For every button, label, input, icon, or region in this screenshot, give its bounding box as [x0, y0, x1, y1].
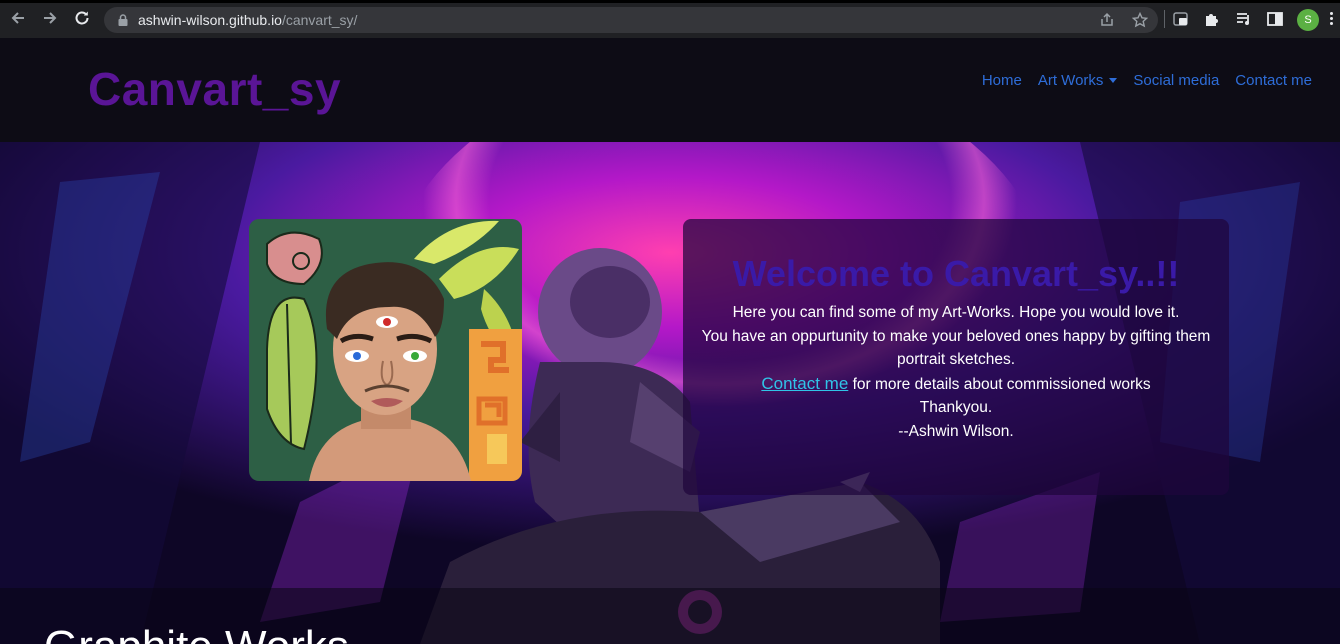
welcome-line-1: Here you can find some of my Art-Works. …	[732, 304, 1180, 321]
browser-toolbar: ashwin-wilson.github.io/canvart_sy/ S	[0, 0, 1340, 38]
toolbar-separator	[1164, 10, 1165, 28]
lock-icon	[118, 14, 128, 26]
welcome-contact-line: Contact me for more details about commis…	[683, 372, 1229, 397]
nav-links: Home Art Works Social media Contact me	[982, 72, 1312, 89]
nav-link-contact[interactable]: Contact me	[1235, 72, 1312, 89]
contact-me-link[interactable]: Contact me	[761, 374, 848, 393]
brand-logo[interactable]: Canvart_sy	[88, 62, 341, 116]
reload-icon	[75, 11, 89, 25]
nav-link-social-media[interactable]: Social media	[1133, 72, 1219, 89]
nav-link-home[interactable]: Home	[982, 72, 1022, 89]
welcome-line-2: You have an oppurtunity to make your bel…	[701, 327, 1211, 369]
bookmark-star-icon[interactable]	[1132, 12, 1148, 28]
portrait-artwork	[249, 219, 522, 481]
url-path: /canvart_sy/	[281, 12, 358, 28]
hero-section: Welcome to Canvart_sy..!! Here you can f…	[0, 142, 1340, 644]
graphite-works-heading: Graphite Works	[44, 622, 349, 644]
contact-line-text: for more details about commissioned work…	[848, 375, 1151, 393]
browser-menu-icon[interactable]	[1328, 10, 1334, 28]
tab-search-icon[interactable]	[1172, 10, 1190, 28]
site-navbar: Canvart_sy Home Art Works Social media C…	[0, 38, 1340, 142]
artist-portrait-image	[249, 219, 522, 481]
arrow-left-icon	[11, 12, 24, 24]
nav-link-art-works[interactable]: Art Works	[1038, 72, 1118, 89]
side-panel-icon[interactable]	[1266, 10, 1284, 28]
caret-down-icon	[1109, 78, 1118, 83]
address-url: ashwin-wilson.github.io/canvart_sy/	[138, 12, 357, 28]
address-bar[interactable]: ashwin-wilson.github.io/canvart_sy/	[104, 7, 1158, 33]
nav-link-art-works-label: Art Works	[1037, 72, 1104, 89]
reload-button[interactable]	[72, 9, 92, 29]
share-icon[interactable]	[1099, 12, 1115, 28]
welcome-signature: --Ashwin Wilson.	[898, 422, 1014, 440]
tab-strip-edge	[0, 0, 1340, 3]
forward-button[interactable]	[40, 9, 60, 29]
welcome-thanks: Thankyou.	[919, 399, 993, 416]
profile-avatar[interactable]: S	[1297, 9, 1319, 31]
media-controls-icon[interactable]	[1235, 10, 1253, 28]
back-button[interactable]	[8, 9, 28, 29]
url-host: ashwin-wilson.github.io	[138, 12, 282, 28]
welcome-card: Welcome to Canvart_sy..!! Here you can f…	[683, 219, 1229, 495]
arrow-right-icon	[44, 12, 57, 24]
welcome-title: Welcome to Canvart_sy..!!	[732, 253, 1180, 294]
extensions-puzzle-icon[interactable]	[1203, 10, 1221, 28]
